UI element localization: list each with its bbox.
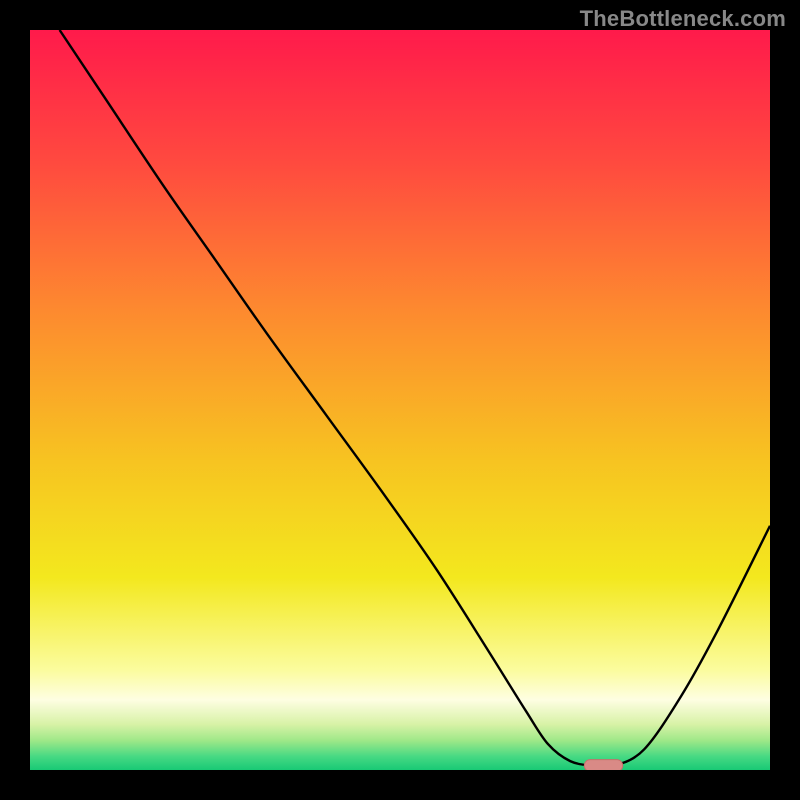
plot-area <box>30 30 770 770</box>
watermark-text: TheBottleneck.com <box>580 6 786 32</box>
chart-frame: TheBottleneck.com <box>0 0 800 800</box>
background-gradient <box>30 30 770 770</box>
chart-svg <box>30 30 770 770</box>
optimum-marker <box>584 760 622 770</box>
